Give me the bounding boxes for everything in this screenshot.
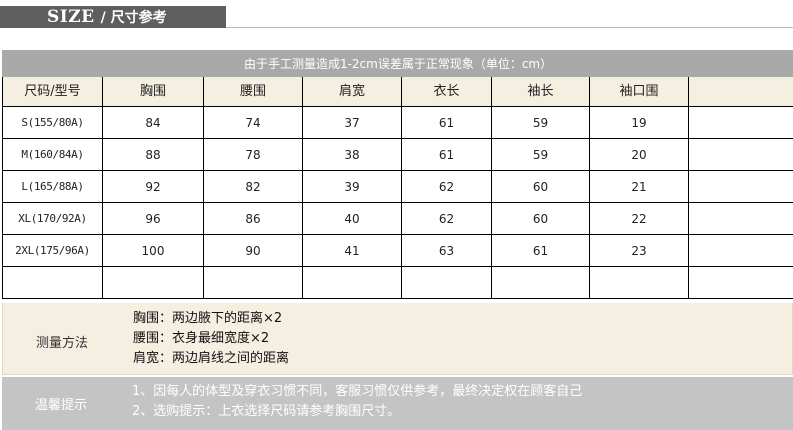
measurement-line: 肩宽：两边肩线之间的距离 bbox=[133, 351, 290, 366]
table-cell: 21 bbox=[589, 170, 689, 203]
table-cell: 41 bbox=[302, 234, 402, 267]
table-cell: 74 bbox=[203, 106, 303, 139]
notice-row: 由于手工测量造成1-2cm误差属于正常现象（单位：cm） bbox=[1, 50, 793, 77]
table-cell: 86 bbox=[203, 202, 303, 235]
tip-line: 2、选购提示：上衣选择尺码请参考胸围尺寸。 bbox=[132, 404, 401, 419]
table-row: XL(170/92A) 96 86 40 62 60 22 bbox=[2, 202, 793, 235]
size-cell: M(160/84A) bbox=[2, 138, 103, 171]
table-cell: 39 bbox=[302, 170, 402, 203]
table-cell: 38 bbox=[302, 138, 402, 171]
table-cell bbox=[589, 266, 689, 299]
measurement-notice: 由于手工测量造成1-2cm误差属于正常现象（单位：cm） bbox=[1, 50, 793, 77]
column-header: 腰围 bbox=[203, 76, 303, 107]
column-header: 肩宽 bbox=[302, 76, 402, 107]
table-cell: 59 bbox=[491, 138, 590, 171]
column-header: 袖口围 bbox=[589, 76, 689, 107]
table-cell: 62 bbox=[401, 170, 492, 203]
size-chart-table: 由于手工测量造成1-2cm误差属于正常现象（单位：cm） 尺码/型号 胸围 腰围… bbox=[1, 50, 793, 299]
table-cell: 61 bbox=[401, 106, 492, 139]
table-cell: 61 bbox=[491, 234, 590, 267]
table-row: S(155/80A) 84 74 37 61 59 19 bbox=[2, 106, 793, 139]
measurement-method-list: 胸围：两边腋下的距离×2 腰围：衣身最细宽度×2 肩宽：两边肩线之间的距离 bbox=[133, 309, 289, 369]
table-cell: 84 bbox=[102, 106, 204, 139]
table-cell bbox=[302, 266, 402, 299]
table-cell bbox=[203, 266, 303, 299]
table-cell: 40 bbox=[302, 202, 402, 235]
table-cell: 78 bbox=[203, 138, 303, 171]
table-cell: 19 bbox=[589, 106, 689, 139]
table-cell bbox=[687, 138, 793, 171]
table-cell bbox=[491, 266, 590, 299]
size-cell: S(155/80A) bbox=[2, 106, 103, 139]
table-cell: 61 bbox=[401, 138, 492, 171]
column-header: 胸围 bbox=[102, 76, 204, 107]
table-cell: 90 bbox=[203, 234, 303, 267]
table-cell bbox=[687, 170, 793, 203]
size-cell: 2XL(175/96A) bbox=[2, 234, 103, 267]
table-cell: 63 bbox=[401, 234, 492, 267]
column-header: 尺码/型号 bbox=[2, 76, 103, 107]
size-cell: L(165/88A) bbox=[2, 170, 103, 203]
measurement-line: 胸围：两边腋下的距离×2 bbox=[133, 311, 283, 326]
empty-table-row bbox=[2, 266, 793, 299]
table-cell bbox=[102, 266, 204, 299]
size-cell: XL(170/92A) bbox=[2, 202, 103, 235]
table-cell bbox=[687, 106, 793, 139]
column-header bbox=[687, 76, 793, 107]
table-cell bbox=[401, 266, 492, 299]
tips-list: 1、因每人的体型及穿衣习惯不同，客服习惯仅供参考，最终决定权在顾客自己 2、选购… bbox=[132, 382, 582, 422]
table-cell bbox=[687, 202, 793, 235]
measurement-method-section: 测量方法 胸围：两边腋下的距离×2 腰围：衣身最细宽度×2 肩宽：两边肩线之间的… bbox=[2, 303, 793, 375]
table-cell bbox=[687, 234, 793, 267]
measurement-method-label: 测量方法 bbox=[36, 336, 89, 351]
size-word: SIZE bbox=[47, 7, 95, 27]
header-row: 尺码/型号 胸围 腰围 肩宽 衣长 袖长 袖口围 bbox=[2, 76, 793, 107]
column-header: 衣长 bbox=[401, 76, 492, 107]
tip-line: 1、因每人的体型及穿衣习惯不同，客服习惯仅供参考，最终决定权在顾客自己 bbox=[132, 384, 583, 399]
header-divider bbox=[226, 27, 793, 28]
column-header: 袖长 bbox=[491, 76, 590, 107]
table-cell: 37 bbox=[302, 106, 402, 139]
table-row: M(160/84A) 88 78 38 61 59 20 bbox=[2, 138, 793, 171]
table-cell: 100 bbox=[102, 234, 204, 267]
table-cell: 88 bbox=[102, 138, 204, 171]
table-cell: 22 bbox=[589, 202, 689, 235]
tips-label: 温馨提示 bbox=[35, 398, 88, 413]
tips-section: 温馨提示 1、因每人的体型及穿衣习惯不同，客服习惯仅供参考，最终决定权在顾客自己… bbox=[2, 377, 793, 430]
table-cell bbox=[687, 266, 793, 299]
table-cell: 20 bbox=[589, 138, 689, 171]
table-row: 2XL(175/96A) 100 90 41 63 61 23 bbox=[2, 234, 793, 267]
section-subtitle: / 尺寸参考 bbox=[100, 10, 167, 26]
table-cell: 62 bbox=[401, 202, 492, 235]
table-row: L(165/88A) 92 82 39 62 60 21 bbox=[2, 170, 793, 203]
table-cell: 23 bbox=[589, 234, 689, 267]
table-cell bbox=[2, 266, 103, 299]
table-cell: 59 bbox=[491, 106, 590, 139]
table-cell: 96 bbox=[102, 202, 204, 235]
table-cell: 60 bbox=[491, 170, 590, 203]
section-title: SIZE / 尺寸参考 bbox=[47, 7, 167, 28]
table-cell: 92 bbox=[102, 170, 204, 203]
table-cell: 82 bbox=[203, 170, 303, 203]
measurement-line: 腰围：衣身最细宽度×2 bbox=[133, 331, 270, 346]
table-cell: 60 bbox=[491, 202, 590, 235]
